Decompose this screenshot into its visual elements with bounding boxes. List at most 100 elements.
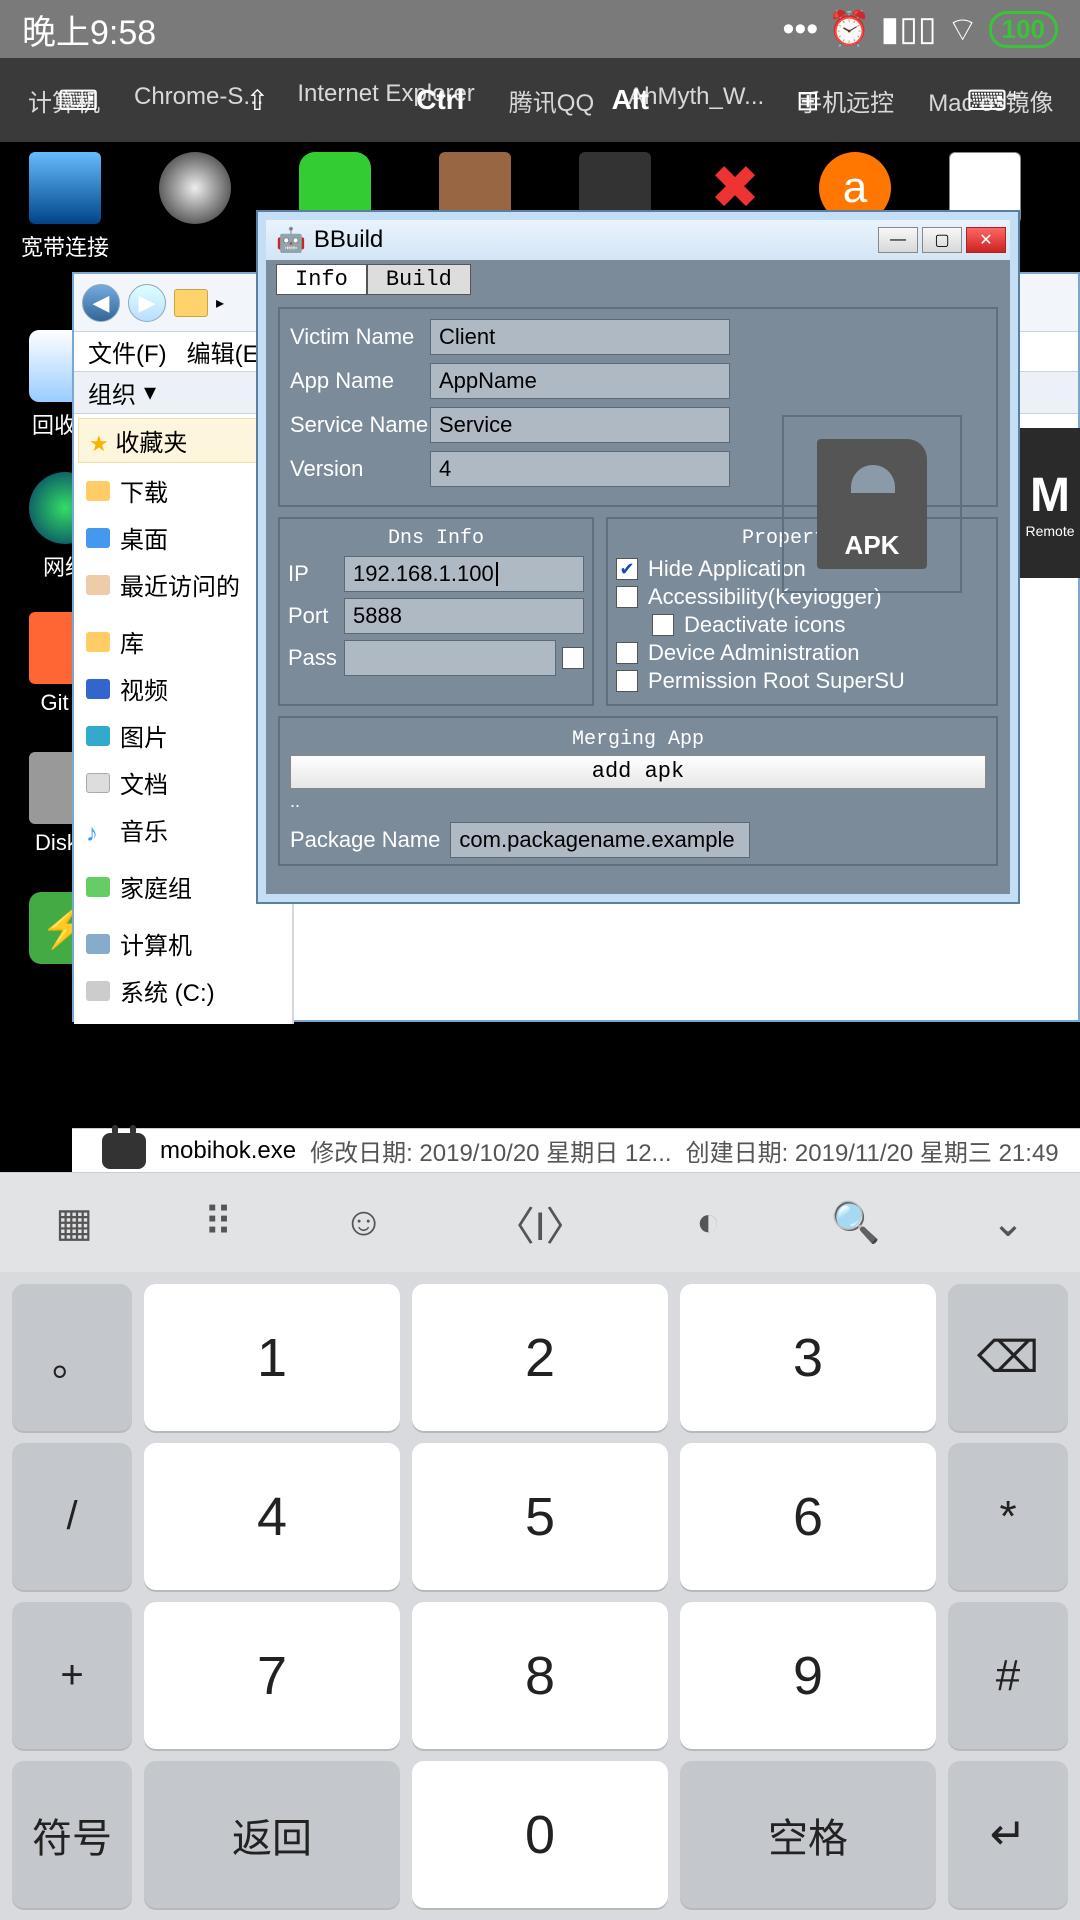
app-name-field[interactable]: AppName xyxy=(430,363,730,399)
key-1[interactable]: 1 xyxy=(144,1284,400,1431)
key-hash[interactable]: # xyxy=(948,1602,1068,1749)
pass-field[interactable] xyxy=(344,640,556,676)
more-icon: ••• xyxy=(782,10,818,49)
key-9[interactable]: 9 xyxy=(680,1602,936,1749)
forward-button[interactable]: ▶ xyxy=(128,284,166,322)
deactivate-icons-checkbox[interactable] xyxy=(652,614,674,636)
key-2[interactable]: 2 xyxy=(412,1284,668,1431)
numeric-keyboard: 。 1 2 3 ⌫ / 4 5 6 * + 7 8 9 # - 符号 返回 0 … xyxy=(0,1272,1080,1920)
folder-icon xyxy=(174,289,208,317)
exe-icon xyxy=(102,1133,146,1169)
file-details-bar: mobihok.exe 修改日期: 2019/10/20 星期日 12... 创… xyxy=(72,1128,1080,1172)
key-return[interactable]: 返回 xyxy=(144,1761,400,1908)
key-enter[interactable]: ↵ xyxy=(948,1761,1068,1908)
pass-label: Pass xyxy=(288,645,344,671)
back-button[interactable]: ◀ xyxy=(82,284,120,322)
key-space[interactable]: 空格 xyxy=(680,1761,936,1908)
sidebar-computer[interactable]: 计算机 xyxy=(74,920,292,967)
key-8[interactable]: 8 xyxy=(412,1602,668,1749)
remote-desktop[interactable]: 宽带连接 ✖ a 回收站 网络 Git B DiskG ⚡ ◀ ▶ ▸ 文件(F… xyxy=(0,142,1080,1156)
tab-info[interactable]: Info xyxy=(276,264,367,295)
close-button[interactable]: ✕ xyxy=(966,227,1006,253)
task-item[interactable]: 计算机 xyxy=(28,83,100,118)
apk-preview xyxy=(782,415,962,593)
key-6[interactable]: 6 xyxy=(680,1443,936,1590)
hide-app-checkbox[interactable]: ✔ xyxy=(616,558,638,580)
info-panel: Victim NameClient App NameAppName Servic… xyxy=(278,307,998,507)
task-item[interactable]: 腾讯QQ xyxy=(509,83,594,118)
clock: 晚上9:58 xyxy=(22,5,156,54)
pass-checkbox[interactable] xyxy=(562,647,584,669)
chevron-down-icon[interactable]: ▾ xyxy=(144,378,156,407)
tab-build[interactable]: Build xyxy=(367,264,471,295)
cursor-move-icon[interactable]: 〈I〉 xyxy=(495,1194,586,1252)
android-icon: 🤖 xyxy=(276,226,306,255)
version-field[interactable]: 4 xyxy=(430,451,730,487)
key-backspace[interactable]: ⌫ xyxy=(948,1284,1068,1431)
key-5[interactable]: 5 xyxy=(412,1443,668,1590)
merging-title: Merging App xyxy=(290,728,986,751)
port-field[interactable]: 5888 xyxy=(344,598,584,634)
bbuild-titlebar[interactable]: 🤖 BBuild — ▢ ✕ xyxy=(266,220,1010,260)
app-name-label: App Name xyxy=(290,368,430,394)
menu-file[interactable]: 文件(F) xyxy=(88,334,167,369)
status-bar: 晚上9:58 ••• ⏰ ▮▯▯ ⌔ 100 xyxy=(0,0,1080,58)
voice-icon[interactable]: ◐ xyxy=(696,1200,720,1245)
victim-name-field[interactable]: Client xyxy=(430,319,730,355)
version-label: Version xyxy=(290,456,430,482)
ip-label: IP xyxy=(288,561,344,587)
key-symbols[interactable]: 符号 xyxy=(12,1761,132,1908)
task-item[interactable]: Mac os镜像 xyxy=(928,83,1053,118)
maximize-button[interactable]: ▢ xyxy=(922,227,962,253)
key-plus[interactable]: + xyxy=(12,1602,132,1749)
victim-name-label: Victim Name xyxy=(290,324,430,350)
disc-icon[interactable] xyxy=(140,152,250,230)
package-name-field[interactable]: com.packagename.example xyxy=(450,822,750,858)
root-checkbox[interactable] xyxy=(616,670,638,692)
dns-title: Dns Info xyxy=(288,527,584,550)
key-0[interactable]: 0 xyxy=(412,1761,668,1908)
package-name-label: Package Name xyxy=(290,827,440,853)
apk-icon xyxy=(817,439,927,569)
wifi-icon: ⌔ xyxy=(947,8,979,51)
add-apk-button[interactable]: add apk xyxy=(290,755,986,789)
key-7[interactable]: 7 xyxy=(144,1602,400,1749)
mobihok-banner: M Remote xyxy=(1020,428,1080,578)
task-item[interactable]: AhMyth_W... xyxy=(628,83,764,118)
ip-field[interactable]: 192.168.1.100 xyxy=(344,556,584,592)
broadband-icon[interactable]: 宽带连接 xyxy=(10,152,120,262)
task-item[interactable]: 手机远控 xyxy=(798,83,894,118)
key-period[interactable]: 。 xyxy=(12,1284,132,1431)
window-title: BBuild xyxy=(314,226,383,254)
created-date: 创建日期: 2019/11/20 星期三 21:49 xyxy=(686,1133,1059,1168)
service-name-field[interactable]: Service xyxy=(430,407,730,443)
merging-panel: Merging App add apk .. Package Namecom.p… xyxy=(278,716,998,866)
file-name: mobihok.exe xyxy=(160,1137,296,1165)
remote-taskbar: 计算机 Chrome-S... Internet Explorer 腾讯QQ A… xyxy=(0,58,1080,142)
key-4[interactable]: 4 xyxy=(144,1443,400,1590)
task-item[interactable]: Internet Explorer xyxy=(297,83,474,118)
search-icon[interactable]: 🔍 xyxy=(831,1199,881,1246)
key-star[interactable]: * xyxy=(948,1443,1068,1590)
key-3[interactable]: 3 xyxy=(680,1284,936,1431)
device-admin-checkbox[interactable] xyxy=(616,642,638,664)
port-label: Port xyxy=(288,603,344,629)
ime-toolbar: ▦ ⠿ ☺ 〈I〉 ◐ 🔍 ⌄ xyxy=(0,1172,1080,1272)
task-item[interactable]: Chrome-S... xyxy=(134,83,263,118)
menu-edit[interactable]: 编辑(E) xyxy=(187,334,267,369)
organize-button[interactable]: 组织 xyxy=(88,375,136,410)
modified-date: 修改日期: 2019/10/20 星期日 12... xyxy=(310,1133,672,1168)
emoji-icon[interactable]: ☺ xyxy=(343,1200,384,1245)
accessibility-checkbox[interactable] xyxy=(616,586,638,608)
bbuild-window[interactable]: 🤖 BBuild — ▢ ✕ Info Build Victim NameCli… xyxy=(258,212,1018,902)
sidebar-drive-d[interactable]: 软件 (D:) xyxy=(74,1014,292,1024)
sidebar-drive-c[interactable]: 系统 (C:) xyxy=(74,967,292,1014)
key-slash[interactable]: / xyxy=(12,1443,132,1590)
keyboard-layout-icon[interactable]: ⠿ xyxy=(204,1200,233,1246)
collapse-icon[interactable]: ⌄ xyxy=(991,1200,1025,1246)
sidebar-favorites[interactable]: ★ 收藏夹 xyxy=(78,418,288,463)
service-name-label: Service Name xyxy=(290,412,430,438)
minimize-button[interactable]: — xyxy=(878,227,918,253)
grid-icon[interactable]: ▦ xyxy=(55,1200,93,1246)
signal-icon: ▮▯▯ xyxy=(881,9,937,49)
